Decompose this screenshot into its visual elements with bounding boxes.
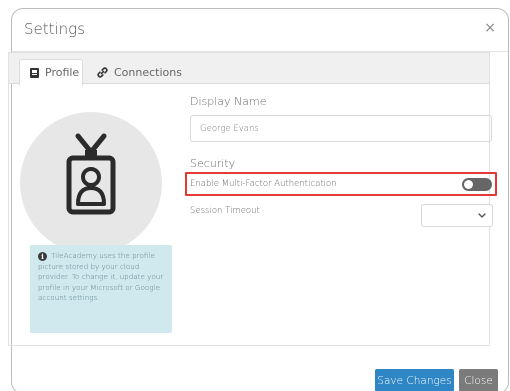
close-icon[interactable]: ×: [484, 20, 496, 36]
id-badge-icon: [30, 67, 39, 78]
info-box: i TileAcademy uses the profile picture st…: [30, 245, 172, 333]
chevron-down-icon: [478, 213, 486, 218]
toggle-knob: [464, 180, 473, 189]
id-badge-icon: [66, 133, 116, 215]
tab-profile[interactable]: Profile: [19, 59, 83, 86]
mfa-toggle[interactable]: [462, 178, 492, 191]
modal-title: Settings: [24, 20, 86, 38]
link-icon: [97, 67, 108, 78]
tab-profile-label: Profile: [45, 66, 80, 79]
tab-connections-label: Connections: [114, 66, 182, 79]
info-text: TileAcademy uses the profile picture sto…: [38, 251, 164, 303]
display-name-label: Display Name: [190, 95, 267, 108]
avatar: [20, 112, 162, 254]
tab-connections[interactable]: Connections: [87, 59, 192, 86]
session-timeout-label: Session Timeout: [190, 206, 260, 216]
display-name-input[interactable]: George Evans: [190, 115, 492, 142]
tab-bar: Profile Connections: [8, 52, 490, 86]
save-changes-button[interactable]: Save Changes: [375, 369, 454, 391]
session-timeout-select[interactable]: [421, 204, 493, 227]
close-button[interactable]: Close: [459, 369, 498, 391]
mfa-label: Enable Multi-Factor Authentication: [190, 179, 337, 189]
modal-header: Settings ×: [12, 9, 508, 52]
info-icon: i: [38, 252, 47, 261]
display-name-value: George Evans: [200, 123, 259, 134]
mfa-row: Enable Multi-Factor Authentication: [185, 172, 497, 196]
security-heading: Security: [190, 157, 236, 170]
